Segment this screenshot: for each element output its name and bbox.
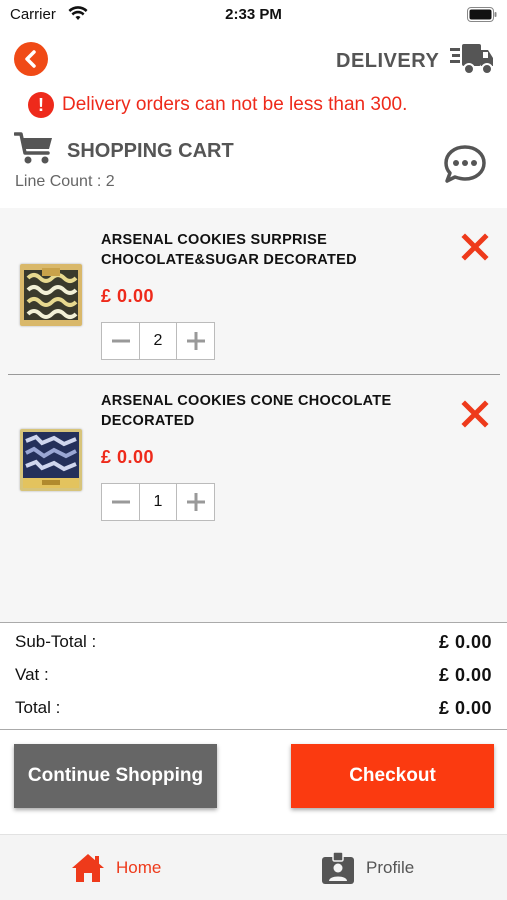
subtotal-value: £ 0.00 <box>438 632 492 652</box>
minus-icon <box>111 339 130 343</box>
quantity-value[interactable]: 2 <box>139 323 177 359</box>
tab-home-label: Home <box>116 858 162 877</box>
product-name: ARSENAL COOKIES SURPRISE CHOCOLATE&SUGAR… <box>101 232 357 268</box>
cart-item: ARSENAL COOKIES SURPRISE CHOCOLATE&SUGAR… <box>0 208 507 375</box>
chevron-left-icon <box>25 50 36 68</box>
product-price: £ 0.00 <box>101 286 155 306</box>
quantity-value[interactable]: 1 <box>139 484 177 520</box>
back-button[interactable] <box>14 42 48 76</box>
total-value: £ 0.00 <box>438 698 492 718</box>
product-name: ARSENAL COOKIES CONE CHOCOLATE DECORATED <box>101 393 392 429</box>
remove-item-icon[interactable] <box>460 399 490 429</box>
quantity-stepper: 2 <box>101 322 215 360</box>
increment-button[interactable] <box>177 484 214 520</box>
product-image <box>20 264 82 326</box>
tab-profile[interactable]: Profile <box>320 851 414 885</box>
vat-row: Vat : £ 0.00 <box>15 665 492 691</box>
divider <box>0 622 507 623</box>
page-title: SHOPPING CART <box>67 140 234 162</box>
alert-text: Delivery orders can not be less than 300… <box>62 94 408 115</box>
line-count: Line Count : 2 <box>15 173 115 190</box>
tab-profile-label: Profile <box>366 858 415 877</box>
status-bar: Carrier 2:33 PM <box>0 0 507 32</box>
minus-icon <box>111 500 130 504</box>
quantity-stepper: 1 <box>101 483 215 521</box>
cart-item-list[interactable]: ARSENAL COOKIES SURPRISE CHOCOLATE&SUGAR… <box>0 208 507 622</box>
vat-label: Vat : <box>15 665 49 684</box>
home-icon <box>72 854 104 882</box>
plus-icon <box>186 332 205 350</box>
delivery-mode-label[interactable]: DELIVERY <box>336 50 439 73</box>
remove-item-icon[interactable] <box>460 232 490 262</box>
continue-shopping-button[interactable]: Continue Shopping <box>14 744 217 808</box>
total-row: Total : £ 0.00 <box>15 698 492 724</box>
tab-home[interactable]: Home <box>70 851 161 885</box>
subtotal-row: Sub-Total : £ 0.00 <box>15 632 492 658</box>
shopping-cart-icon <box>14 132 52 164</box>
delivery-truck-icon[interactable] <box>450 40 494 78</box>
decrement-button[interactable] <box>102 323 139 359</box>
divider <box>0 729 507 730</box>
total-label: Total : <box>15 698 61 717</box>
vat-value: £ 0.00 <box>438 665 492 685</box>
increment-button[interactable] <box>177 323 214 359</box>
tab-bar: Home Profile <box>0 834 507 900</box>
decrement-button[interactable] <box>102 484 139 520</box>
product-image <box>20 429 82 491</box>
subtotal-label: Sub-Total : <box>15 632 97 651</box>
checkout-button[interactable]: Checkout <box>291 744 494 808</box>
plus-icon <box>186 493 205 511</box>
battery-icon <box>467 7 497 22</box>
product-price: £ 0.00 <box>101 447 155 467</box>
profile-badge-icon <box>322 851 354 884</box>
exclamation-icon: ! <box>28 92 54 118</box>
cart-item: ARSENAL COOKIES CONE CHOCOLATE DECORATED… <box>0 375 507 541</box>
chat-bubble-icon[interactable] <box>443 144 487 184</box>
minimum-order-alert: ! Delivery orders can not be less than 3… <box>28 91 407 119</box>
clock-label: 2:33 PM <box>225 6 282 23</box>
